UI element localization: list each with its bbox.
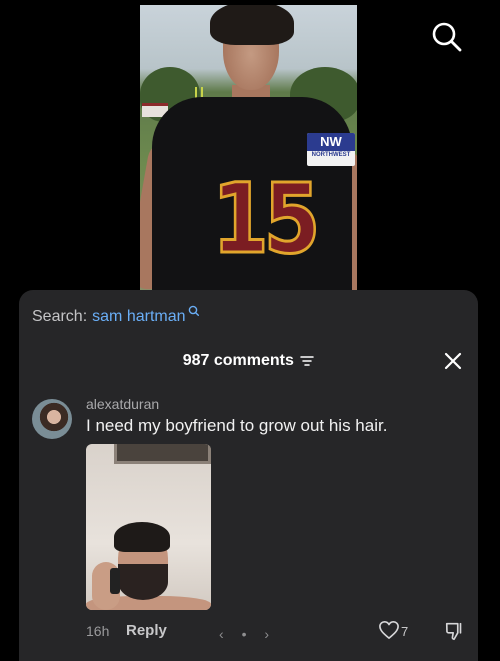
search-icon[interactable] <box>430 20 464 54</box>
close-icon[interactable] <box>442 350 464 372</box>
comment-username[interactable]: alexatduran <box>86 396 159 412</box>
dislike-icon[interactable] <box>444 620 466 642</box>
comments-count: 987 comments <box>182 352 294 369</box>
media-pager: ‹ • › <box>219 626 283 642</box>
reply-button[interactable]: Reply <box>126 622 167 639</box>
sponsor-patch: NW NORTHWEST <box>307 133 355 166</box>
photo-hair <box>114 522 170 552</box>
chevron-left-icon[interactable]: ‹ <box>219 626 224 642</box>
comments-sheet: Search: sam hartman 987 comments alexatd… <box>19 290 478 661</box>
magnifier-mini-icon <box>188 305 199 316</box>
patch-logo: NW <box>307 133 355 151</box>
video-frame[interactable]: 15 NW NORTHWEST <box>140 5 357 295</box>
jersey-number: 15 <box>211 163 322 275</box>
avatar[interactable] <box>32 399 72 439</box>
comment-time: 16h <box>86 623 110 639</box>
like-count: 7 <box>401 624 409 639</box>
comment-photo[interactable] <box>86 444 211 610</box>
filter-icon[interactable] <box>300 355 315 367</box>
search-term-link[interactable]: sam hartman <box>92 308 185 326</box>
comments-header: 987 comments <box>19 352 478 370</box>
heart-icon[interactable] <box>378 620 400 640</box>
patch-name: NORTHWEST <box>311 152 351 158</box>
search-label: Search: <box>32 308 88 325</box>
player-hair <box>210 5 294 45</box>
chevron-right-icon[interactable]: › <box>264 626 269 642</box>
search-suggestion[interactable]: Search: sam hartman <box>32 305 199 326</box>
comment-text: I need my boyfriend to grow out his hair… <box>86 416 388 435</box>
pager-dot: • <box>241 626 247 642</box>
photo-beard <box>118 564 168 600</box>
picture-frame <box>114 444 211 464</box>
photo-phone <box>110 568 120 594</box>
